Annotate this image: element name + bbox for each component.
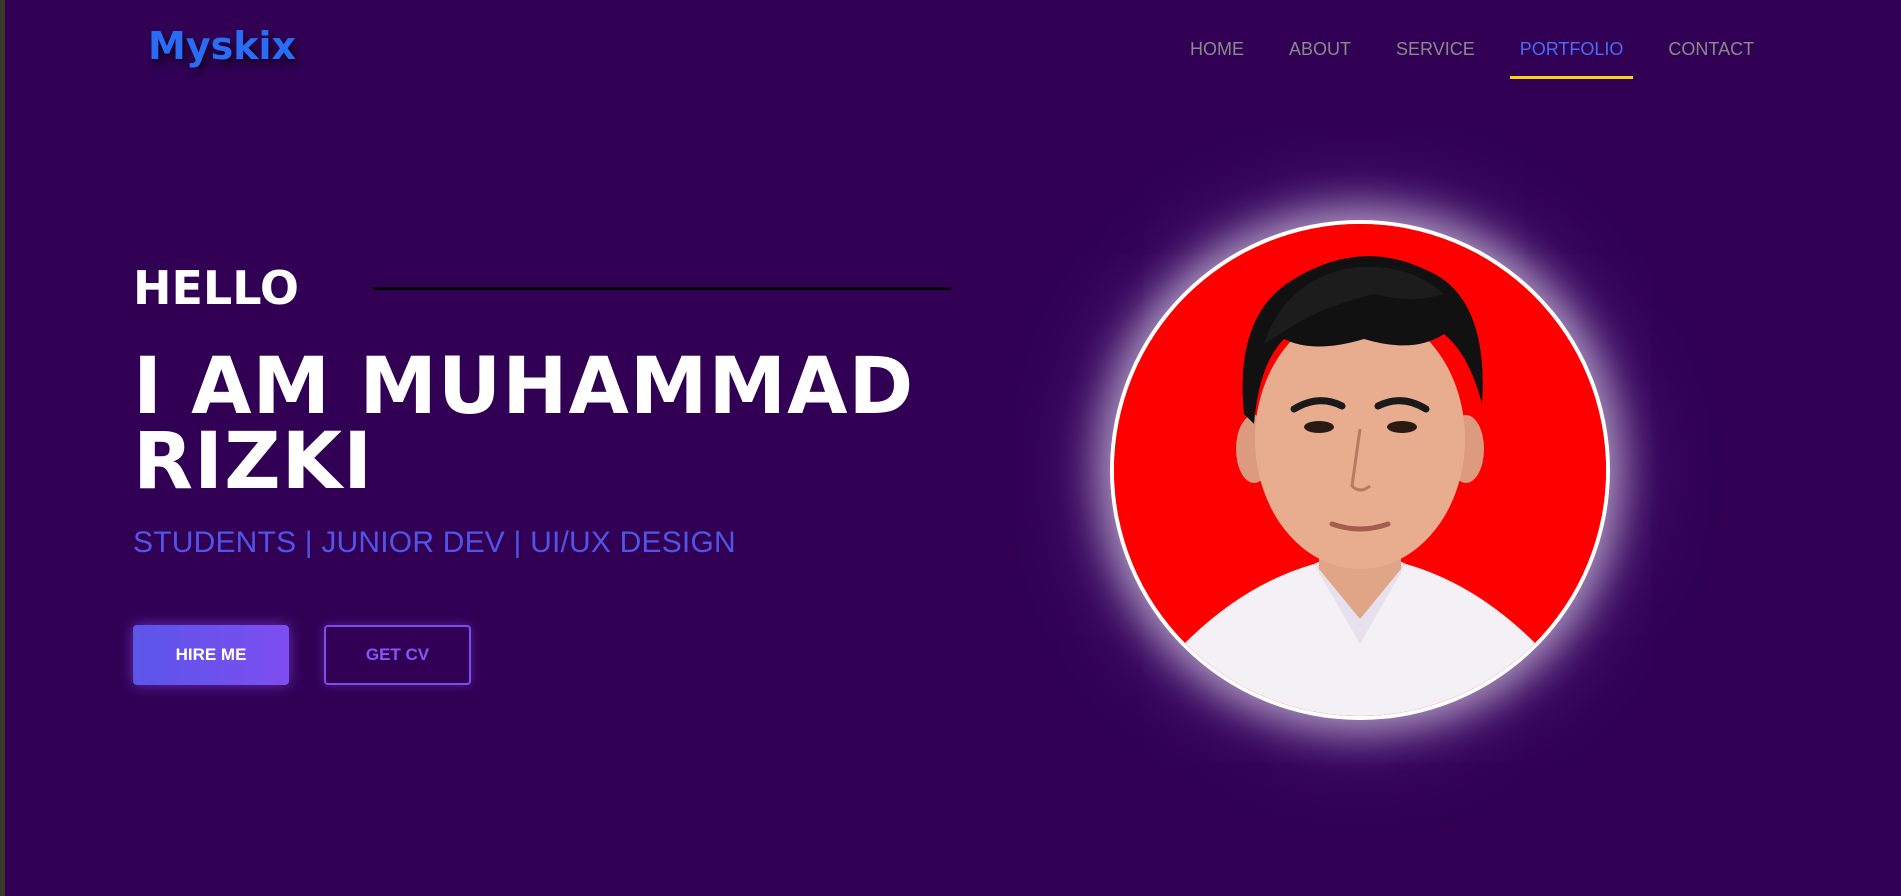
hero-name: I AM MUHAMMAD RIZKI [133,342,1033,507]
site-logo[interactable]: Myskix [148,24,296,68]
greeting-heading: HELLO [133,261,300,315]
hero-name-line1: I AM MUHAMMAD [133,342,915,432]
hire-me-button[interactable]: HIRE ME [133,625,289,685]
nav-item-service[interactable]: SERVICE [1386,38,1485,60]
nav-item-portfolio[interactable]: PORTFOLIO [1509,38,1634,79]
hero-subtitle: STUDENTS | JUNIOR DEV | UI/UX DESIGN [133,526,736,559]
main-nav: HOME ABOUT SERVICE PORTFOLIO CONTACT [1180,38,1789,79]
nav-item-about[interactable]: ABOUT [1279,38,1361,60]
window-edge [0,0,5,896]
greeting-row: HELLO [133,260,299,316]
profile-photo [1114,224,1606,716]
nav-item-home[interactable]: HOME [1180,38,1254,60]
page: Myskix HOME ABOUT SERVICE PORTFOLIO CONT… [0,0,1901,896]
profile-photo-frame [1110,220,1610,720]
get-cv-button[interactable]: GET CV [324,625,471,685]
person-portrait-icon [1114,224,1606,716]
hero-name-line2: RIZKI [133,417,374,507]
nav-item-contact[interactable]: CONTACT [1658,38,1764,60]
greeting-divider [373,287,951,290]
